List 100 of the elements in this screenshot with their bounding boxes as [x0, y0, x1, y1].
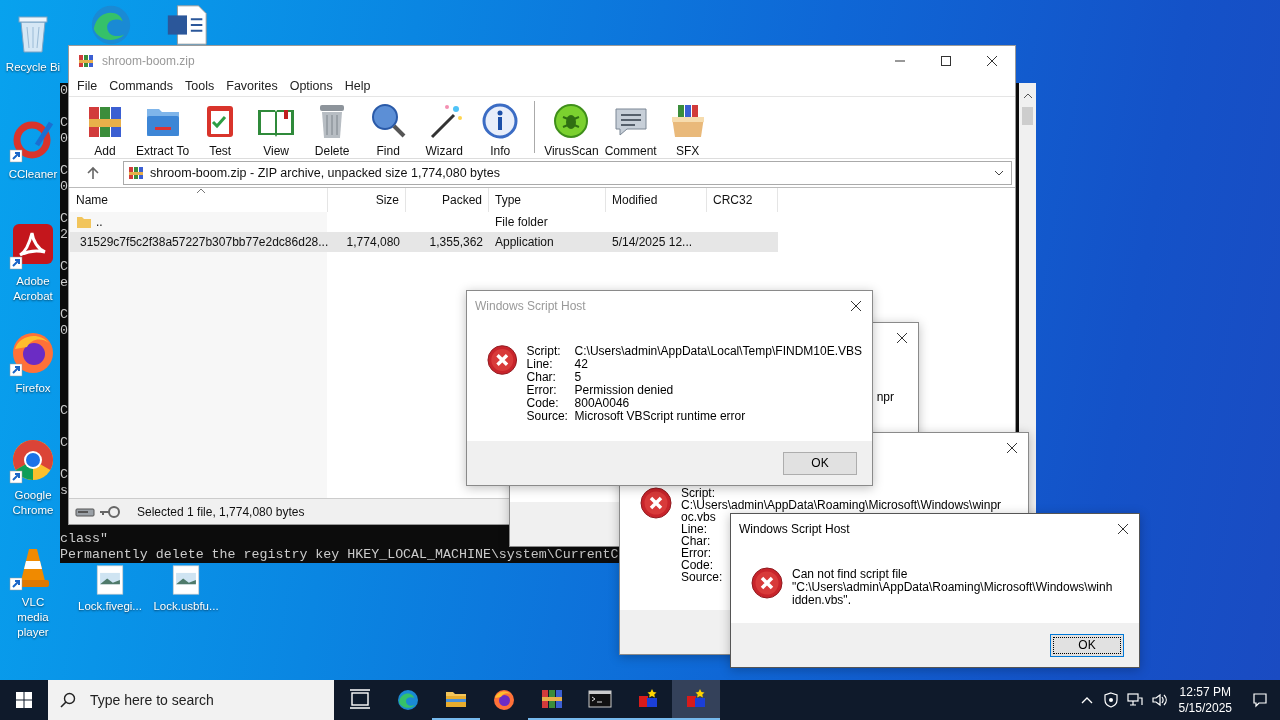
network-icon	[1126, 692, 1143, 708]
dialog-text: Source:	[681, 571, 723, 583]
toolbar-button[interactable]: Delete	[304, 97, 361, 158]
address-field[interactable]: shroom-boom.zip - ZIP archive, unpacked size 1,774,080 bytes	[123, 161, 1012, 185]
column-header[interactable]: Type	[489, 188, 606, 212]
maximize-icon	[940, 55, 952, 67]
column-header[interactable]: CRC32	[707, 188, 778, 212]
column-header[interactable]: Name	[70, 188, 328, 212]
close-icon	[986, 55, 998, 67]
search-field[interactable]: Type here to search	[90, 692, 310, 708]
toolbar-button[interactable]: Info	[472, 97, 529, 158]
dialog-text: npr	[876, 390, 894, 404]
toolbar-button[interactable]: Find	[360, 97, 417, 158]
field-value: Permission denied	[574, 384, 675, 397]
toolbar-button[interactable]: Add	[77, 97, 133, 158]
field-label: Script:	[526, 345, 562, 358]
menu-item[interactable]: File	[71, 79, 104, 93]
search-bar[interactable]: Type here to search	[48, 680, 334, 720]
column-header[interactable]: Size	[328, 188, 406, 212]
scroll-thumb[interactable]	[1022, 107, 1033, 125]
dialog-text: Code:	[681, 559, 714, 571]
field-label: Line:	[526, 358, 553, 371]
console-line: 2	[60, 227, 68, 243]
dialog-text: C:\Users\admin\AppData\Roaming\Microsoft\Windows\winpr	[681, 499, 1002, 511]
sort-caret-icon	[196, 188, 206, 194]
address-text: shroom-boom.zip - ZIP archive, unpacked size 1,774,080 bytes	[150, 166, 500, 180]
ok-button[interactable]: OK	[783, 451, 857, 475]
console-line: C	[60, 163, 68, 179]
cell-text: 31529c7f5c2f38a57227b307bb77e2dc86d28...	[80, 235, 329, 249]
close-icon	[896, 332, 908, 344]
file-row[interactable]: 31529c7f5c2f38a57227b307bb77e2dc86d28... 1,774,080 1,355,362 Application 5/14/2025 12...	[70, 232, 778, 252]
cell-text: 1,355,362	[429, 235, 483, 249]
window-title: shroom-boom.zip	[102, 54, 195, 68]
toolbar-button[interactable]: View	[248, 97, 305, 158]
column-header[interactable]: Modified	[606, 188, 707, 212]
error-icon	[751, 567, 783, 599]
menu-item[interactable]: Help	[338, 79, 377, 93]
clock[interactable]: 12:57 PM 5/15/2025	[1170, 684, 1240, 716]
console-line: C	[60, 115, 68, 131]
cell-text: 1,774,080	[346, 235, 400, 249]
console-line: s	[60, 483, 68, 499]
search-icon	[60, 692, 76, 708]
error-icon	[487, 344, 518, 376]
field-label: Code:	[526, 397, 560, 410]
notification-icon	[1252, 692, 1268, 708]
close-icon	[850, 300, 862, 312]
key-icon	[99, 504, 121, 519]
field-value: 42	[574, 358, 588, 371]
dialog-text: Script:	[681, 487, 715, 499]
file-row[interactable]: .. File folder	[70, 212, 778, 232]
field-label: Error:	[526, 384, 558, 397]
archive-icon	[128, 165, 144, 181]
dialog-text: Line:	[681, 523, 708, 535]
console-line: 0	[60, 179, 68, 195]
folder-icon	[76, 214, 92, 230]
toolbar-button[interactable]: VirusScan	[541, 97, 602, 158]
dialog-text: oc.vbs	[681, 511, 716, 523]
console-line: e	[60, 275, 68, 291]
speaker-icon	[1150, 692, 1167, 708]
toolbar-button[interactable]: Comment	[601, 97, 660, 158]
field-label: Char:	[526, 371, 557, 384]
toolbar-button[interactable]: Extract To	[133, 97, 193, 158]
status-text: Selected 1 file, 1,774,080 bytes	[137, 504, 305, 519]
edge-icon	[396, 688, 420, 712]
books-icon	[540, 687, 564, 711]
dialog-text: Char:	[681, 535, 711, 547]
cell-text: File folder	[495, 215, 548, 229]
field-value: Microsoft VBScript runtime error	[574, 410, 747, 423]
close-icon	[1117, 523, 1129, 535]
field-value: 800A0046	[574, 397, 631, 410]
close-icon	[1006, 442, 1018, 454]
console-line: C	[60, 307, 68, 323]
menu-item[interactable]: Tools	[179, 79, 221, 93]
console-line: C	[60, 259, 68, 275]
cell-text: 5/14/2025 12...	[612, 235, 693, 249]
column-header[interactable]: Packed	[406, 188, 489, 212]
field-label: Source:	[526, 410, 569, 423]
ok-button[interactable]: OK	[1050, 633, 1124, 657]
toolbar-button[interactable]: Wizard	[416, 97, 473, 158]
taskbar-button[interactable]	[672, 680, 720, 720]
console-line: 0	[60, 323, 68, 339]
toolbar-button[interactable]: SFX	[659, 97, 716, 158]
up-arrow-icon	[86, 166, 100, 180]
menu-item[interactable]: Commands	[103, 79, 180, 93]
dialog-title: Windows Script Host	[739, 522, 850, 536]
archive-icon	[78, 53, 94, 69]
field-value: C:\Users\admin\AppData\Local\Temp\FINDM10E.VBS	[574, 345, 862, 358]
task-view-icon	[348, 688, 372, 712]
console-line: 0	[60, 83, 68, 99]
console-line: C	[60, 211, 68, 227]
dialog-text: Error:	[681, 547, 711, 559]
console-line: C	[60, 403, 68, 419]
toolbar-button[interactable]: Test	[192, 97, 249, 158]
menu-item[interactable]: Options	[283, 79, 339, 93]
windows-logo-icon	[16, 692, 32, 708]
console-line: C	[60, 467, 68, 483]
dialog-title: Windows Script Host	[475, 299, 586, 313]
menu-item[interactable]: Favorites	[220, 79, 284, 93]
cell-text: Application	[495, 235, 554, 249]
dialog-message: Can not find script file "C:\Users\admin\AppData\Roaming\Microsoft\Windows\winh idden.vbs".	[792, 568, 1113, 607]
